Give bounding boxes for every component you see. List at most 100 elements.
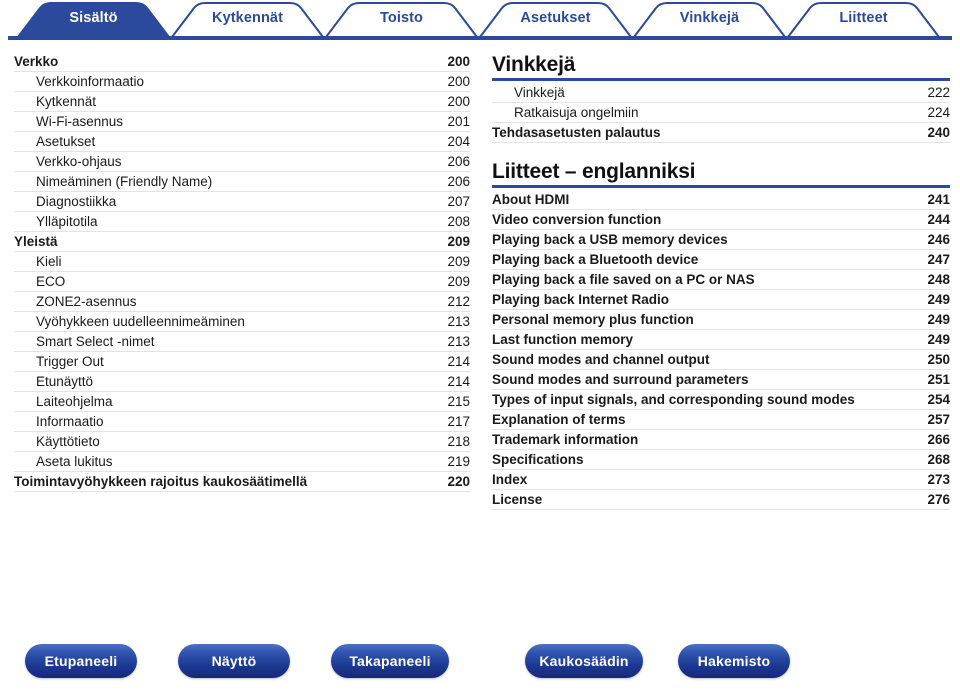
toc-row[interactable]: Personal memory plus function 249 [492,310,950,330]
toc-row[interactable]: Asetukset 204 [14,132,470,152]
toc-row[interactable]: Verkko-ohjaus 206 [14,152,470,172]
toc-row-title: Explanation of terms [492,412,626,427]
toc-row-title: Index [492,472,528,487]
toc-row-title: Trigger Out [36,354,104,369]
tab-toisto[interactable]: Toisto [326,10,477,26]
toc-row-page: 244 [927,212,950,227]
toc-row-page: 214 [447,374,470,389]
toc-row-title: Last function memory [492,332,634,347]
toc-row[interactable]: Playing back a USB memory devices 246 [492,230,950,250]
toc-row-title: Etunäyttö [36,374,94,389]
toc-row-page: 212 [447,294,470,309]
toc-row[interactable]: Explanation of terms 257 [492,410,950,430]
toc-row[interactable]: Sound modes and surround parameters 251 [492,370,950,390]
toc-row[interactable]: Ratkaisuja ongelmiin 224 [492,103,950,123]
toc-row[interactable]: Etunäyttö 214 [14,372,470,392]
toc-row[interactable]: Käyttötieto 218 [14,432,470,452]
toc-row-title: Sound modes and channel output [492,352,710,367]
toc-row-page: 213 [447,314,470,329]
toc-row-title: Laiteohjelma [36,394,113,409]
toc-row-title: Tehdasasetusten palautus [492,125,661,140]
toc-row[interactable]: Yleistä 209 [14,232,470,252]
section-heading-rule [492,78,950,81]
toc-row-title: Smart Select -nimet [36,334,155,349]
toc-row[interactable]: Trigger Out 214 [14,352,470,372]
toc-row-title: Ylläpitotila [36,214,98,229]
tab-asetukset[interactable]: Asetukset [480,10,631,26]
toc-row[interactable]: Verkko 200 [14,52,470,72]
toc-row[interactable]: ZONE2-asennus 212 [14,292,470,312]
toc-row[interactable]: Smart Select -nimet 213 [14,332,470,352]
toc-row-page: 273 [927,472,950,487]
toc-row[interactable]: Vinkkejä 222 [492,83,950,103]
footer-button[interactable]: Hakemisto [678,644,790,678]
toc-row[interactable]: Aseta lukitus 219 [14,452,470,472]
toc-row-title: Nimeäminen (Friendly Name) [36,174,213,189]
toc-row[interactable]: Kieli 209 [14,252,470,272]
toc-row[interactable]: Video conversion function 244 [492,210,950,230]
tab-sisalto[interactable]: Sisältö [18,10,169,26]
toc-row[interactable]: Informaatio 217 [14,412,470,432]
toc-row[interactable]: Wi-Fi-asennus 201 [14,112,470,132]
toc-row-title: Toimintavyöhykkeen rajoitus kaukosäätime… [14,474,308,489]
toc-row-page: 200 [447,54,470,69]
toc-row[interactable]: Vyöhykkeen uudelleennimeäminen 213 [14,312,470,332]
toc-row-title: Verkkoinformaatio [36,74,145,89]
toc-row-page: 200 [447,94,470,109]
toc-row[interactable]: About HDMI 241 [492,190,950,210]
section-heading: Vinkkejä [492,53,576,76]
footer-button[interactable]: Takapaneeli [331,644,449,678]
toc-row-page: 206 [447,154,470,169]
footer-button[interactable]: Näyttö [178,644,290,678]
toc-row-title: Informaatio [36,414,104,429]
toc-row[interactable]: Sound modes and channel output 250 [492,350,950,370]
toc-row[interactable]: Verkkoinformaatio 200 [14,72,470,92]
toc-row-page: 207 [447,194,470,209]
toc-row[interactable]: Last function memory 249 [492,330,950,350]
toc-left-column: Verkko 200 Verkkoinformaatio 200 Kytkennät 20… [14,52,470,492]
toc-row[interactable]: Kytkennät 200 [14,92,470,112]
toc-row[interactable]: Index 273 [492,470,950,490]
tab-liitteet[interactable]: Liitteet [788,10,939,26]
toc-row-page: 204 [447,134,470,149]
toc-row-title: ECO [36,274,66,289]
toc-row[interactable]: License 276 [492,490,950,510]
toc-row[interactable]: Playing back a file saved on a PC or NAS… [492,270,950,290]
toc-row[interactable]: Types of input signals, and correspondin… [492,390,950,410]
toc-row[interactable]: Nimeäminen (Friendly Name) 206 [14,172,470,192]
toc-row[interactable]: Trademark information 266 [492,430,950,450]
toc-row-page: 257 [927,412,950,427]
toc-row-page: 201 [447,114,470,129]
toc-row[interactable]: Toimintavyöhykkeen rajoitus kaukosäätime… [14,472,470,492]
toc-row[interactable]: Playing back Internet Radio 249 [492,290,950,310]
footer-button[interactable]: Etupaneeli [25,644,137,678]
toc-row-title: Playing back a USB memory devices [492,232,728,247]
toc-row[interactable]: Laiteohjelma 215 [14,392,470,412]
toc-row-page: 224 [927,105,950,120]
toc-row-page: 222 [927,85,950,100]
tab-vinkkeja[interactable]: Vinkkejä [634,10,785,26]
toc-row-title: Personal memory plus function [492,312,694,327]
toc-row-title: Types of input signals, and correspondin… [492,392,855,407]
toc-row[interactable]: Playing back a Bluetooth device 247 [492,250,950,270]
toc-row[interactable]: Specifications 268 [492,450,950,470]
toc-row-title: Video conversion function [492,212,662,227]
toc-row[interactable]: Tehdasasetusten palautus 240 [492,123,950,143]
toc-row-page: 215 [447,394,470,409]
toc-row[interactable]: Ylläpitotila 208 [14,212,470,232]
toc-row-title: Specifications [492,452,584,467]
toc-row-page: 248 [927,272,950,287]
toc-row-title: Kieli [36,254,62,269]
toc-row-title: Playing back Internet Radio [492,292,670,307]
tab-kytkennat[interactable]: Kytkennät [172,10,323,26]
toc-row-page: 217 [447,414,470,429]
toc-row-title: Verkko-ohjaus [36,154,122,169]
toc-row-page: 219 [447,454,470,469]
toc-row[interactable]: Diagnostiikka 207 [14,192,470,212]
toc-row-page: 206 [447,174,470,189]
toc-row-title: Käyttötieto [36,434,100,449]
toc-row-title: License [492,492,543,507]
toc-row[interactable]: ECO 209 [14,272,470,292]
footer-button[interactable]: Kaukosäädin [525,644,643,678]
